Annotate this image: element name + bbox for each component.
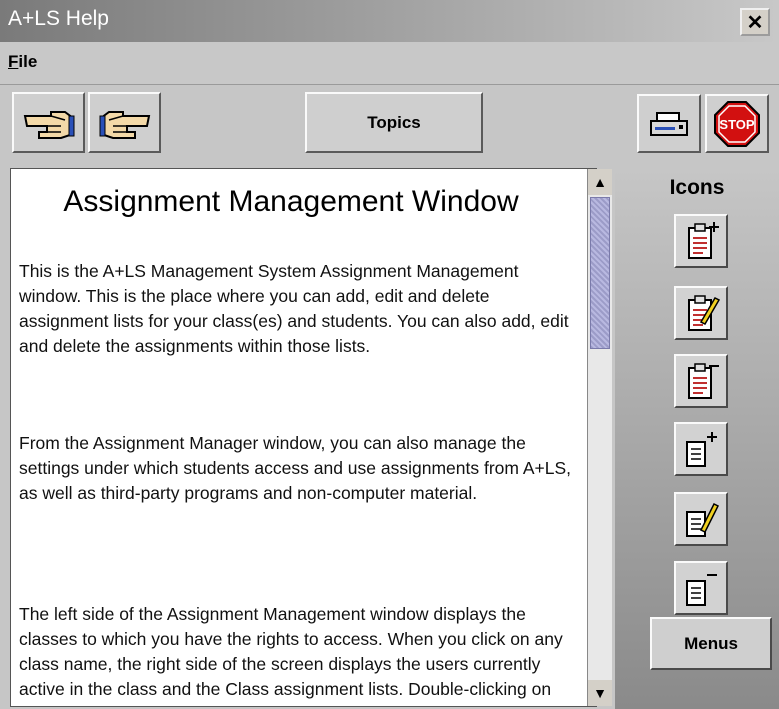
page-title: Assignment Management Window xyxy=(63,185,519,218)
delete-assignment-icon xyxy=(686,574,717,606)
menu-file[interactable]: File xyxy=(8,52,37,72)
stop-sign-icon: STOP xyxy=(714,100,760,147)
stop-button[interactable]: STOP xyxy=(705,94,769,153)
icons-heading: Icons xyxy=(669,176,725,199)
add-assignment-icon xyxy=(686,432,717,467)
scrollbar-thumb[interactable] xyxy=(590,197,610,349)
delete-assignment-list-icon xyxy=(688,363,719,399)
help-content: Assignment Management Window This is the… xyxy=(10,168,597,707)
close-icon: ✕ xyxy=(746,11,764,34)
delete-assignment-button[interactable] xyxy=(674,561,728,615)
scroll-up-button[interactable]: ▲ xyxy=(588,169,612,195)
window-title: A+LS Help xyxy=(8,7,109,30)
back-button[interactable] xyxy=(12,92,85,153)
add-assignment-list-icon xyxy=(688,222,719,259)
forward-button[interactable] xyxy=(88,92,161,153)
close-button[interactable]: ✕ xyxy=(740,8,770,36)
menu-bar: File xyxy=(0,42,779,85)
title-bar: A+LS Help ✕ xyxy=(0,0,779,42)
print-button[interactable] xyxy=(637,94,701,153)
svg-text:STOP: STOP xyxy=(719,117,754,132)
add-assignment-button[interactable] xyxy=(674,422,728,476)
toolbar: Topics STOP xyxy=(0,85,779,168)
pointing-hand-right-icon xyxy=(99,110,150,139)
menus-button[interactable]: Menus xyxy=(650,617,772,670)
vertical-scrollbar[interactable]: ▲ ▼ xyxy=(587,169,612,706)
topics-button[interactable]: Topics xyxy=(305,92,483,153)
paragraph: This is the A+LS Management System Assig… xyxy=(19,261,569,356)
paragraph: From the Assignment Manager window, you … xyxy=(19,433,572,503)
pointing-hand-left-icon xyxy=(23,110,74,139)
edit-assignment-icon xyxy=(686,502,720,537)
printer-icon xyxy=(650,111,688,136)
icons-panel: Icons Menus xyxy=(615,168,779,709)
edit-assignment-button[interactable] xyxy=(674,492,728,546)
edit-assignment-list-button[interactable] xyxy=(674,286,728,340)
menus-label: Menus xyxy=(684,633,738,653)
paragraph: The left side of the Assignment Manageme… xyxy=(19,604,563,706)
edit-assignment-list-icon xyxy=(688,295,721,331)
triangle-up-icon: ▲ xyxy=(593,174,607,190)
delete-assignment-list-button[interactable] xyxy=(674,354,728,408)
triangle-down-icon: ▼ xyxy=(593,685,607,701)
add-assignment-list-button[interactable] xyxy=(674,214,728,268)
scroll-down-button[interactable]: ▼ xyxy=(588,680,612,706)
topics-label: Topics xyxy=(367,112,421,132)
